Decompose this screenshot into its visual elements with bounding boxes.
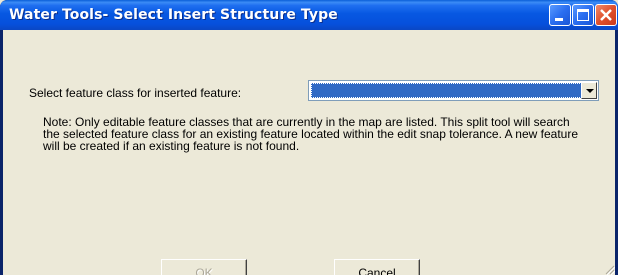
minimize-button[interactable] bbox=[549, 4, 571, 26]
dialog-body: Select feature class for inserted featur… bbox=[3, 30, 615, 275]
note-text: Note: Only editable feature classes that… bbox=[43, 115, 578, 153]
title-bar[interactable]: Water Tools- Select Insert Structure Typ… bbox=[0, 0, 618, 30]
ok-button[interactable]: OK bbox=[161, 259, 247, 275]
feature-class-dropdown[interactable] bbox=[308, 80, 599, 101]
feature-class-selected-value[interactable] bbox=[311, 83, 582, 98]
dropdown-button[interactable] bbox=[581, 82, 597, 99]
resize-grip-icon[interactable] bbox=[603, 263, 615, 275]
maximize-icon bbox=[577, 9, 589, 21]
window-title: Water Tools- Select Insert Structure Typ… bbox=[9, 7, 338, 23]
chevron-down-icon bbox=[586, 89, 594, 93]
cancel-button[interactable]: Cancel bbox=[334, 259, 420, 275]
maximize-button[interactable] bbox=[572, 4, 594, 26]
dialog-window: Water Tools- Select Insert Structure Typ… bbox=[0, 0, 618, 275]
close-icon bbox=[600, 9, 612, 21]
close-button[interactable] bbox=[595, 4, 617, 26]
feature-class-label: Select feature class for inserted featur… bbox=[29, 86, 242, 100]
minimize-icon bbox=[555, 18, 563, 21]
